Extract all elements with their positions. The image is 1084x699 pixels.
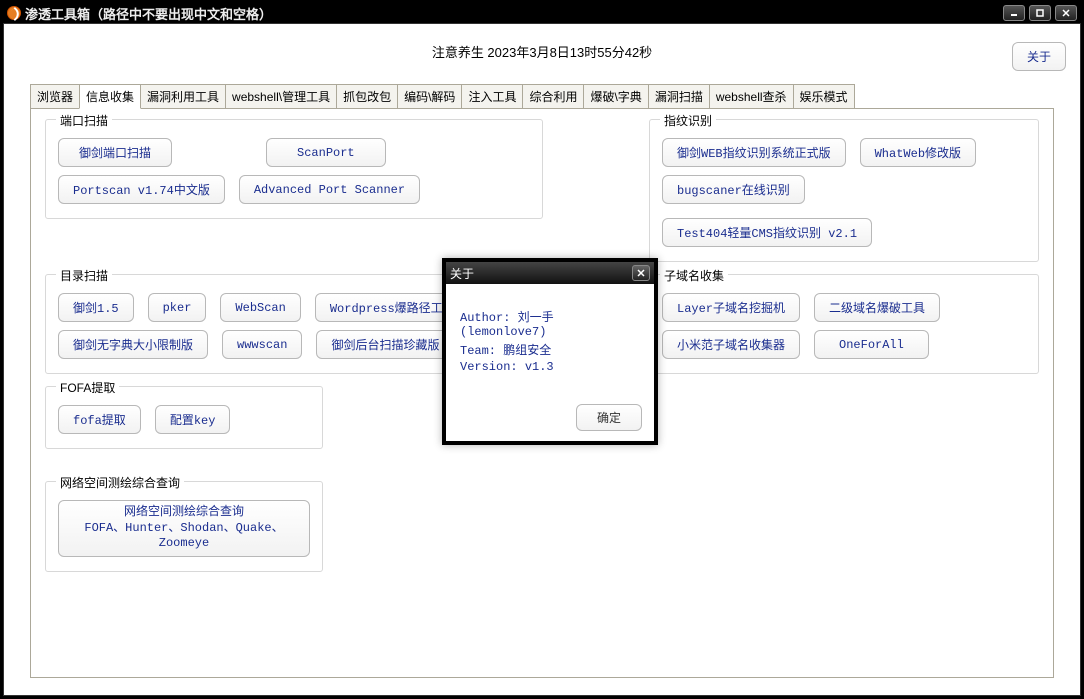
- header-row: 注意养生 2023年3月8日13时55分42秒 关于: [4, 38, 1080, 78]
- app-window: 渗透工具箱（路径中不要出现中文和空格） 注意养生 2023年3月8日13时55分…: [0, 0, 1084, 699]
- group-title: FOFA提取: [56, 379, 119, 396]
- yujian-web-fingerprint-button[interactable]: 御剑WEB指纹识别系统正式版: [662, 138, 846, 167]
- bugscaner-online-button[interactable]: bugscaner在线识别: [662, 175, 805, 204]
- group-subdomain: 子域名收集 Layer子域名挖掘机 二级域名爆破工具 小米范子域名收集器 One…: [649, 274, 1039, 374]
- yujian-port-scan-button[interactable]: 御剑端口扫描: [58, 138, 172, 167]
- tab-webshell-mgr[interactable]: webshell\管理工具: [225, 84, 337, 109]
- team-label: Team:: [460, 344, 496, 358]
- about-dialog-body: Author: 刘一手(lemonlove7) Team: 鹏组安全 Versi…: [446, 284, 654, 386]
- about-dialog: 关于 Author: 刘一手(lemonlove7) Team: 鹏组安全 Ve…: [442, 258, 658, 445]
- tab-brute-dict[interactable]: 爆破\字典: [583, 84, 648, 109]
- window-controls: [1003, 5, 1077, 21]
- test404-cms-button[interactable]: Test404轻量CMS指纹识别 v2.1: [662, 218, 872, 247]
- scanport-button[interactable]: ScanPort: [266, 138, 386, 167]
- group-title: 端口扫描: [56, 112, 112, 129]
- group-title: 子域名收集: [660, 267, 728, 284]
- fofa-extract-button[interactable]: fofa提取: [58, 405, 141, 434]
- webscan-button[interactable]: WebScan: [220, 293, 300, 322]
- author-label: Author:: [460, 311, 510, 325]
- group-fingerprint: 指纹识别 御剑WEB指纹识别系统正式版 WhatWeb修改版 bugscaner…: [649, 119, 1039, 262]
- layer-subdomain-button[interactable]: Layer子域名挖掘机: [662, 293, 800, 322]
- version-label: Version:: [460, 360, 518, 374]
- tab-webshell-kill[interactable]: webshell查杀: [709, 84, 794, 109]
- tab-comprehensive[interactable]: 综合利用: [522, 84, 584, 109]
- netspace-line2: FOFA、Hunter、Shodan、Quake、Zoomeye: [69, 521, 299, 552]
- maximize-button[interactable]: [1029, 5, 1051, 21]
- netspace-line1: 网络空间测绘综合查询: [124, 505, 244, 521]
- oneforall-button[interactable]: OneForAll: [814, 330, 929, 359]
- yujian-backend-button[interactable]: 御剑后台扫描珍藏版: [316, 330, 454, 359]
- about-ok-button[interactable]: 确定: [576, 404, 642, 431]
- close-button[interactable]: [1055, 5, 1077, 21]
- group-port-scan: 端口扫描 御剑端口扫描 ScanPort Portscan v1.74中文版 A…: [45, 119, 543, 219]
- about-button[interactable]: 关于: [1012, 42, 1066, 71]
- tab-injection[interactable]: 注入工具: [461, 84, 523, 109]
- tab-info-collect[interactable]: 信息收集: [79, 84, 141, 109]
- tab-browser[interactable]: 浏览器: [30, 84, 80, 109]
- advanced-port-scanner-button[interactable]: Advanced Port Scanner: [239, 175, 420, 204]
- tabs-strip: 浏览器 信息收集 漏洞利用工具 webshell\管理工具 抓包改包 编码\解码…: [30, 84, 1080, 109]
- about-dialog-footer: 确定: [446, 386, 654, 441]
- wwwscan-button[interactable]: wwwscan: [222, 330, 302, 359]
- tab-exploit-tools[interactable]: 漏洞利用工具: [140, 84, 226, 109]
- yujian-nodict-button[interactable]: 御剑无字典大小限制版: [58, 330, 208, 359]
- group-title: 指纹识别: [660, 112, 716, 129]
- group-netspace: 网络空间测绘综合查询 网络空间测绘综合查询 FOFA、Hunter、Shodan…: [45, 481, 323, 572]
- netspace-query-button[interactable]: 网络空间测绘综合查询 FOFA、Hunter、Shodan、Quake、Zoom…: [58, 500, 310, 557]
- client-area: 注意养生 2023年3月8日13时55分42秒 关于 浏览器 信息收集 漏洞利用…: [3, 23, 1081, 696]
- tab-vuln-scan[interactable]: 漏洞扫描: [648, 84, 710, 109]
- config-key-button[interactable]: 配置key: [155, 405, 231, 434]
- status-text: 注意养生 2023年3月8日13时55分42秒: [432, 42, 652, 61]
- minimize-button[interactable]: [1003, 5, 1025, 21]
- version-value: v1.3: [525, 360, 554, 374]
- app-icon: [7, 6, 21, 20]
- second-level-domain-button[interactable]: 二级域名爆破工具: [814, 293, 940, 322]
- about-dialog-title: 关于: [450, 265, 474, 282]
- group-fofa: FOFA提取 fofa提取 配置key: [45, 386, 323, 449]
- row-1: 端口扫描 御剑端口扫描 ScanPort Portscan v1.74中文版 A…: [39, 119, 1045, 274]
- tab-entertainment[interactable]: 娱乐模式: [793, 84, 855, 109]
- tab-packet-capture[interactable]: 抓包改包: [336, 84, 398, 109]
- team-value: 鹏组安全: [503, 344, 551, 358]
- whatweb-mod-button[interactable]: WhatWeb修改版: [860, 138, 976, 167]
- xiaomifan-subdomain-button[interactable]: 小米范子域名收集器: [662, 330, 800, 359]
- group-title: 网络空间测绘综合查询: [56, 474, 184, 491]
- window-title: 渗透工具箱（路径中不要出现中文和空格）: [25, 4, 999, 23]
- portscan-174-button[interactable]: Portscan v1.74中文版: [58, 175, 225, 204]
- tab-encode-decode[interactable]: 编码\解码: [397, 84, 462, 109]
- about-dialog-close-button[interactable]: [632, 265, 650, 281]
- about-dialog-titlebar: 关于: [446, 262, 654, 284]
- pker-button[interactable]: pker: [148, 293, 207, 322]
- group-title: 目录扫描: [56, 267, 112, 284]
- yujian-15-button[interactable]: 御剑1.5: [58, 293, 134, 322]
- titlebar: 渗透工具箱（路径中不要出现中文和空格）: [3, 3, 1081, 23]
